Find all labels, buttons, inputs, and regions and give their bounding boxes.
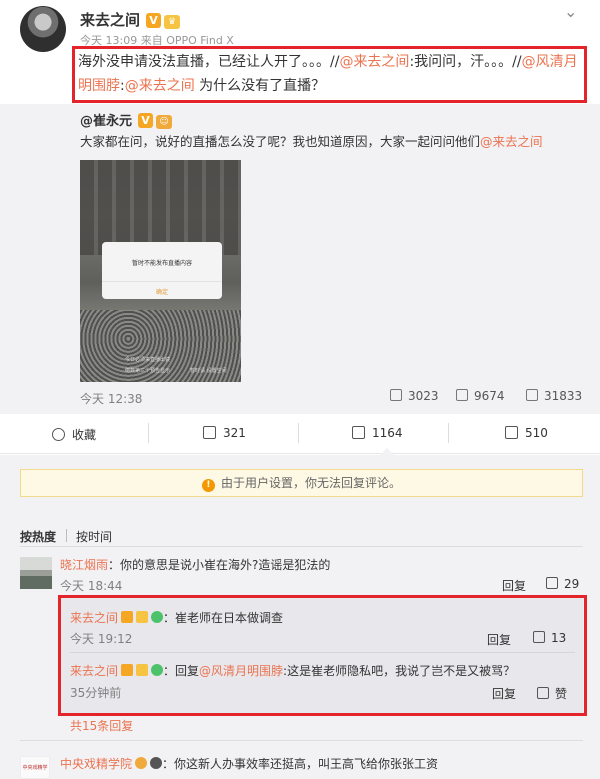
repost-image[interactable]: 暂时不能发布直播内容 确定 今日必须来直播出镜 倒数第三个预告显示 暂时请 设置… [80, 160, 241, 382]
favorite-label: 收藏 [72, 428, 97, 442]
like-button[interactable]: 510 [505, 426, 548, 440]
image-caption: 倒数第三个预告显示 [125, 368, 171, 374]
repost-comment-count[interactable]: 9674 [456, 389, 505, 403]
commenter-avatar[interactable]: 中央戏精学院 [20, 756, 50, 779]
repost-time[interactable]: 今天 12:38 [80, 390, 142, 407]
post-author-name[interactable]: 来去之间 [80, 11, 140, 29]
author-avatar[interactable] [20, 6, 66, 52]
member-face-icon: ☺ [156, 115, 173, 129]
thumbs-up-icon [526, 389, 538, 401]
mention-link[interactable]: @来去之间 [480, 134, 543, 149]
member-crown-icon: ♛ [164, 15, 181, 29]
repost-count: 321 [223, 426, 246, 440]
commenter-avatar[interactable] [20, 557, 52, 589]
star-icon [52, 428, 65, 441]
image-dialog: 暂时不能发布直播内容 确定 [102, 242, 222, 299]
repost-like-count[interactable]: 31833 [526, 389, 582, 403]
thumbs-up-icon [505, 426, 518, 439]
image-caption: 暂时请 设置空间 [190, 368, 227, 374]
comment-pointer [380, 448, 394, 455]
action-divider [298, 423, 299, 443]
image-door-shade [80, 160, 241, 255]
repost-author[interactable]: @崔永元 V ☺ [80, 110, 173, 129]
comment-divider [20, 740, 583, 741]
comment-button[interactable]: 1164 [352, 426, 403, 440]
repost-share-value: 3023 [408, 389, 439, 403]
panda-icon [150, 757, 163, 769]
image-caption: 今日必须来直播出镜 [125, 357, 171, 363]
chevron-down-icon[interactable]: ⌄ [564, 2, 577, 21]
repost-share-count[interactable]: 3023 [390, 389, 439, 403]
comment-text: ：你这新人办事效率还挺高，叫王高飞给你张张工资 [162, 757, 439, 771]
comment-time: 今天 18:44 [60, 579, 123, 593]
repost-text-part: 大家都在问，说好的直播怎么没了呢？我也知道原因，大家一起问问他们 [80, 134, 481, 149]
commenter-name[interactable]: 中央戏精学院 [60, 757, 132, 771]
action-divider [148, 423, 149, 443]
comment-count: 1164 [372, 426, 403, 440]
share-icon [390, 389, 402, 401]
comment-text: ：你的意思是说小崔在海外?造谣是犯法的 [108, 558, 331, 572]
highlight-box [58, 595, 587, 716]
highlight-box [72, 46, 587, 103]
comment-like-count: 29 [564, 577, 580, 591]
sort-divider [66, 529, 67, 542]
comment-icon [352, 426, 365, 439]
repost-comment-value: 9674 [474, 389, 505, 403]
image-dialog-message: 暂时不能发布直播内容 [131, 260, 192, 267]
repost-like-value: 31833 [544, 389, 583, 403]
sort-by-time-tab[interactable]: 按时间 [76, 528, 112, 545]
repost-icon [203, 426, 216, 439]
post-author[interactable]: 来去之间 V ♛ [80, 9, 181, 30]
thumbs-up-icon [546, 577, 558, 589]
repost-author-name[interactable]: @崔永元 [80, 114, 132, 129]
verified-v-badge-icon: V [138, 113, 154, 128]
commenter-name[interactable]: 晓江烟雨 [60, 558, 108, 572]
notice-text: 由于用户设置，你无法回复评论。 [220, 476, 401, 490]
comment-icon [456, 389, 468, 401]
like-count: 510 [525, 426, 548, 440]
member-face-icon [135, 757, 148, 769]
favorite-button[interactable]: 收藏 [52, 426, 96, 443]
verified-v-badge-icon: V [146, 13, 162, 28]
repost-button[interactable]: 321 [203, 426, 246, 440]
sort-by-hot-tab[interactable]: 按热度 [20, 528, 56, 545]
more-replies-link[interactable]: 共15条回复 [70, 717, 133, 734]
comment-reply-button[interactable]: 回复 [502, 577, 526, 594]
comment-body: 中央戏精学院 ：你这新人办事效率还挺高，叫王高飞给你张张工资 [60, 755, 438, 772]
sort-underline [20, 546, 583, 547]
comment-body: 晓江烟雨：你的意思是说小崔在海外?造谣是犯法的 [60, 556, 330, 573]
reply-restriction-notice: ! 由于用户设置，你无法回复评论。 [20, 469, 583, 497]
action-divider [448, 423, 449, 443]
info-icon: ! [201, 479, 215, 492]
comment-like-button[interactable]: 29 [546, 577, 579, 591]
image-dialog-button: 确定 [102, 281, 222, 296]
repost-text: 大家都在问，说好的直播怎么没了呢？我也知道原因，大家一起问问他们@来去之间 [80, 133, 580, 151]
